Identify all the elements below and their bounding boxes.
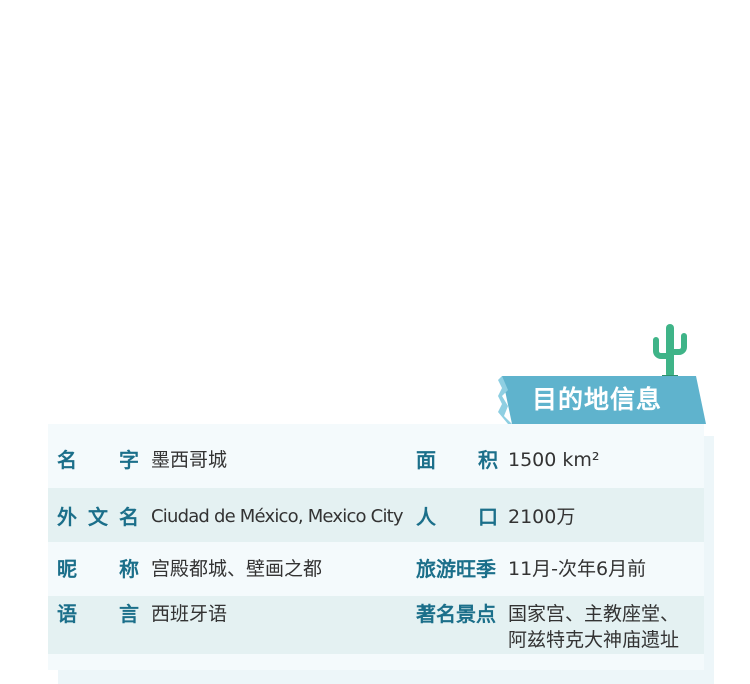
- value-attractions-line-2: 阿兹特克大神庙遗址: [508, 629, 680, 651]
- value-peak-season: 11月-次年6月前: [508, 558, 647, 580]
- label-nickname-char-1: 昵: [57, 557, 77, 581]
- label-language-char-2: 言: [119, 602, 139, 626]
- value-foreign-name: Ciudad de México, Mexico City: [151, 506, 404, 527]
- label-attractions: 著名景点: [416, 602, 496, 626]
- value-population: 2100万: [508, 506, 576, 528]
- info-row-1: [48, 434, 704, 488]
- value-name: 墨西哥城: [151, 449, 228, 471]
- value-nickname: 宫殿都城、壁画之都: [151, 558, 323, 580]
- label-area-char-1: 面: [416, 448, 436, 472]
- label-name-char-2: 字: [119, 448, 139, 472]
- label-name-char-1: 名: [57, 448, 77, 472]
- value-area: 1500 km²: [508, 449, 600, 471]
- label-peak-season: 旅游旺季: [416, 557, 496, 581]
- value-language: 西班牙语: [151, 603, 228, 625]
- label-foreign-name-char-3: 名: [119, 505, 139, 529]
- label-foreign-name-char-1: 外: [57, 505, 77, 529]
- label-nickname-char-2: 称: [119, 557, 139, 581]
- section-title: 目的地信息: [532, 385, 663, 414]
- label-language-char-1: 语: [57, 602, 77, 626]
- cactus-icon: [653, 324, 687, 378]
- label-population-char-1: 人: [416, 505, 436, 529]
- label-population-char-2: 口: [478, 505, 498, 529]
- label-area-char-2: 积: [478, 448, 498, 472]
- value-attractions-line-1: 国家宫、主教座堂、: [508, 603, 680, 625]
- label-foreign-name-char-2: 文: [88, 505, 108, 529]
